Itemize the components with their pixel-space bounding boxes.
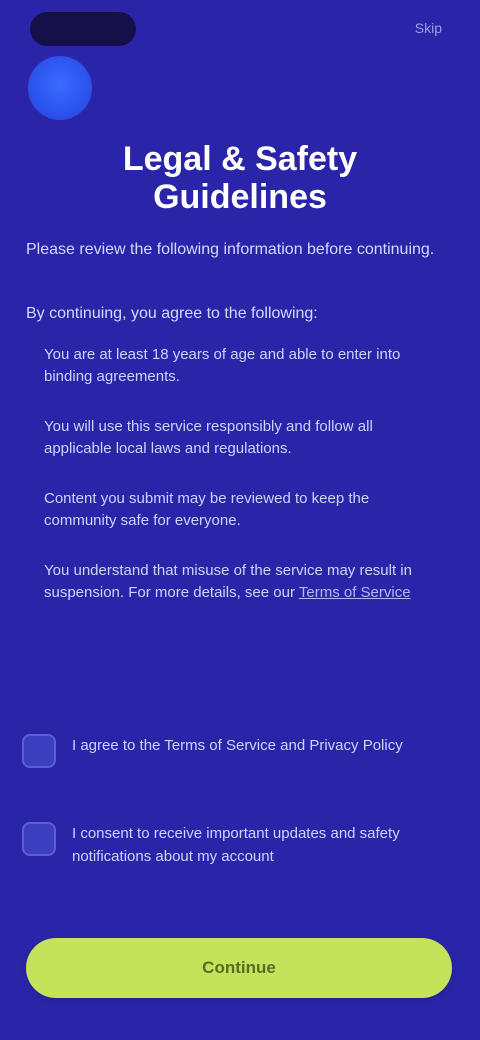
- subheading: By continuing, you agree to the followin…: [26, 305, 318, 322]
- list-item: You understand that misuse of the servic…: [44, 560, 444, 604]
- terms-list: You are at least 18 years of age and abl…: [44, 344, 444, 632]
- terms-link[interactable]: Terms of Service: [299, 584, 411, 601]
- title-line-1: Legal & Safety: [122, 140, 358, 178]
- consent-row-terms[interactable]: I agree to the Terms of Service and Priv…: [22, 734, 462, 768]
- list-item: You are at least 18 years of age and abl…: [44, 346, 401, 385]
- consent-row-updates[interactable]: I consent to receive important updates a…: [22, 822, 462, 868]
- list-item: Content you submit may be reviewed to ke…: [44, 490, 370, 529]
- continue-button[interactable]: Continue: [26, 938, 452, 998]
- consent-label: I consent to receive important updates a…: [72, 825, 400, 865]
- status-bar-pill: [30, 12, 136, 46]
- intro-text: Please review the following information …: [26, 241, 435, 258]
- terms-checkbox[interactable]: [22, 734, 56, 768]
- consent-label: I agree to the Terms of Service and Priv…: [72, 737, 403, 754]
- skip-link[interactable]: Skip: [415, 20, 442, 36]
- list-item: You will use this service responsibly an…: [44, 418, 373, 457]
- app-logo-icon: [28, 56, 92, 120]
- updates-checkbox[interactable]: [22, 822, 56, 856]
- title-line-2: Guidelines: [153, 178, 327, 216]
- page-title: Legal & Safety Guidelines: [90, 140, 390, 216]
